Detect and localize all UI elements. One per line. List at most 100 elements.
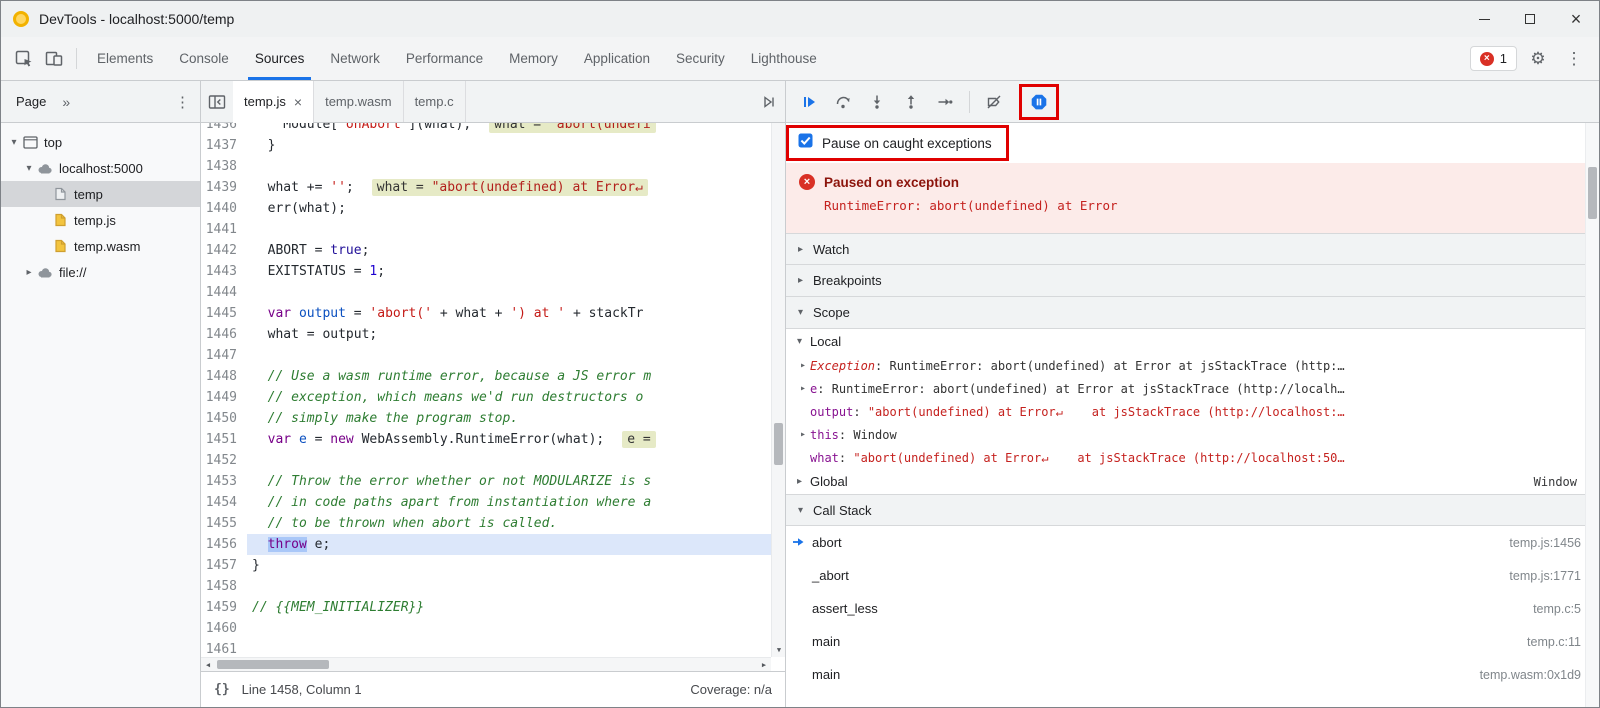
line-number[interactable]: 1448 <box>201 366 247 387</box>
tree-item-localhost-5000[interactable]: ▾localhost:5000 <box>1 155 200 181</box>
code-line-content[interactable]: } <box>247 555 771 576</box>
editor-tab-temp-c[interactable]: temp.c <box>404 81 466 122</box>
line-number[interactable]: 1444 <box>201 282 247 303</box>
code-line-content[interactable] <box>247 345 771 366</box>
code-line-content[interactable]: // Use a wasm runtime error, because a J… <box>247 366 771 387</box>
tab-lighthouse[interactable]: Lighthouse <box>738 37 830 80</box>
section-breakpoints[interactable]: ▸ Breakpoints <box>786 265 1599 297</box>
code-line-content[interactable]: // Throw the error whether or not MODULA… <box>247 471 771 492</box>
code-line-content[interactable]: throw e; <box>247 534 771 555</box>
line-number[interactable]: 1461 <box>201 639 247 657</box>
code-line-content[interactable] <box>247 282 771 303</box>
minimize-button[interactable] <box>1461 1 1507 37</box>
scope-variable-exception[interactable]: ▸Exception: RuntimeError: abort(undefine… <box>786 354 1599 377</box>
scrollbar-thumb[interactable] <box>217 660 329 669</box>
line-number[interactable]: 1440 <box>201 198 247 219</box>
call-stack-frame-_abort[interactable]: _aborttemp.js:1771 <box>786 559 1599 592</box>
line-number[interactable]: 1458 <box>201 576 247 597</box>
code-line-content[interactable]: var output = 'abort(' + what + ') at ' +… <box>247 303 771 324</box>
code-line-content[interactable] <box>247 576 771 597</box>
editor-horizontal-scrollbar[interactable]: ◀ ▶ <box>201 657 771 671</box>
disclosure-triangle-icon[interactable]: ▸ <box>796 360 810 371</box>
line-number[interactable]: 1459 <box>201 597 247 618</box>
navigator-menu-icon[interactable]: ⋮ <box>175 93 190 111</box>
code-line-content[interactable]: // {{MEM_INITIALIZER}} <box>247 597 771 618</box>
scope-group-local[interactable]: ▾Local <box>786 329 1599 354</box>
tab-elements[interactable]: Elements <box>84 37 166 80</box>
scope-variable-this[interactable]: ▸this: Window <box>786 423 1599 446</box>
scope-group-global[interactable]: ▸GlobalWindow <box>786 469 1599 494</box>
code-line-content[interactable]: what = output; <box>247 324 771 345</box>
close-tab-icon[interactable]: × <box>294 94 302 110</box>
scope-variable-what[interactable]: what: "abort(undefined) at Error↵ at jsS… <box>786 446 1599 469</box>
line-number[interactable]: 1441 <box>201 219 247 240</box>
line-number[interactable]: 1452 <box>201 450 247 471</box>
more-options-icon[interactable]: ⋮ <box>1559 49 1589 69</box>
line-number[interactable]: 1456 <box>201 534 247 555</box>
call-stack-frame-assert_less[interactable]: assert_lesstemp.c:5 <box>786 592 1599 625</box>
line-number[interactable]: 1454 <box>201 492 247 513</box>
line-number[interactable]: 1446 <box>201 324 247 345</box>
code-line-content[interactable]: // in code paths apart from instantiatio… <box>247 492 771 513</box>
section-watch[interactable]: ▸ Watch <box>786 233 1599 265</box>
call-stack-frame-main[interactable]: maintemp.wasm:0x1d9 <box>786 658 1599 691</box>
line-number[interactable]: 1436 <box>201 123 247 135</box>
tree-item-temp.wasm[interactable]: temp.wasm <box>1 233 200 259</box>
scope-variable-e[interactable]: ▸e: RuntimeError: abort(undefined) at Er… <box>786 377 1599 400</box>
code-line-content[interactable] <box>247 219 771 240</box>
toggle-navigator-icon[interactable] <box>201 81 233 122</box>
line-number[interactable]: 1445 <box>201 303 247 324</box>
editor-vertical-scrollbar[interactable]: ▼ <box>771 123 785 657</box>
section-scope[interactable]: ▾ Scope <box>786 297 1599 329</box>
step-into-icon[interactable] <box>862 87 892 117</box>
line-number[interactable]: 1457 <box>201 555 247 576</box>
step-over-icon[interactable] <box>828 87 858 117</box>
tab-sources[interactable]: Sources <box>242 37 318 80</box>
disclosure-triangle-icon[interactable]: ▸ <box>22 267 36 278</box>
call-stack-frame-main[interactable]: maintemp.c:11 <box>786 625 1599 658</box>
tab-performance[interactable]: Performance <box>393 37 496 80</box>
tab-memory[interactable]: Memory <box>496 37 571 80</box>
scroll-left-arrow-icon[interactable]: ◀ <box>201 658 215 671</box>
code-line-content[interactable]: // simply make the program stop. <box>247 408 771 429</box>
code-line-content[interactable]: EXITSTATUS = 1; <box>247 261 771 282</box>
code-line-content[interactable]: var e = new WebAssembly.RuntimeError(wha… <box>247 429 771 450</box>
tree-item-temp[interactable]: temp <box>1 181 200 207</box>
line-number[interactable]: 1438 <box>201 156 247 177</box>
pause-on-caught-checkbox[interactable] <box>798 133 813 153</box>
code-line-content[interactable]: ABORT = true; <box>247 240 771 261</box>
line-number[interactable]: 1437 <box>201 135 247 156</box>
line-number[interactable]: 1455 <box>201 513 247 534</box>
maximize-button[interactable] <box>1507 1 1553 37</box>
scrollbar-thumb[interactable] <box>774 423 783 465</box>
line-number[interactable]: 1443 <box>201 261 247 282</box>
tab-network[interactable]: Network <box>317 37 393 80</box>
disclosure-triangle-icon[interactable]: ▸ <box>796 383 810 394</box>
disclosure-triangle-icon[interactable]: ▾ <box>7 137 21 148</box>
code-line-content[interactable]: err(what); <box>247 198 771 219</box>
tab-security[interactable]: Security <box>663 37 738 80</box>
tab-application[interactable]: Application <box>571 37 663 80</box>
tab-page[interactable]: Page <box>16 94 46 109</box>
error-count-badge[interactable]: × 1 <box>1470 46 1517 71</box>
scope-variable-output[interactable]: output: "abort(undefined) at Error↵ at j… <box>786 400 1599 423</box>
code-editor[interactable]: 1436 Module['onAbort'](what);what = "abo… <box>201 123 785 671</box>
code-line-content[interactable]: what += '';what = "abort(undefined) at E… <box>247 177 771 198</box>
code-line-content[interactable]: Module['onAbort'](what);what = "abort(un… <box>247 123 771 135</box>
pause-on-exceptions-icon[interactable] <box>1024 87 1054 117</box>
deactivate-breakpoints-icon[interactable] <box>979 87 1009 117</box>
code-line-content[interactable]: } <box>247 135 771 156</box>
resume-script-icon[interactable] <box>794 87 824 117</box>
disclosure-triangle-icon[interactable]: ▾ <box>794 336 805 347</box>
code-line-content[interactable]: // to be thrown when abort is called. <box>247 513 771 534</box>
disclosure-triangle-icon[interactable]: ▾ <box>22 163 36 174</box>
line-number[interactable]: 1460 <box>201 618 247 639</box>
scroll-right-arrow-icon[interactable]: ▶ <box>757 658 771 671</box>
scrollbar-thumb[interactable] <box>1588 167 1597 219</box>
settings-gear-icon[interactable]: ⚙ <box>1523 49 1553 69</box>
disclosure-triangle-icon[interactable]: ▸ <box>796 429 810 440</box>
device-toolbar-button[interactable] <box>39 37 69 80</box>
pause-on-caught-label[interactable]: Pause on caught exceptions <box>822 136 992 151</box>
line-number[interactable]: 1450 <box>201 408 247 429</box>
open-file-icon[interactable] <box>753 81 785 122</box>
